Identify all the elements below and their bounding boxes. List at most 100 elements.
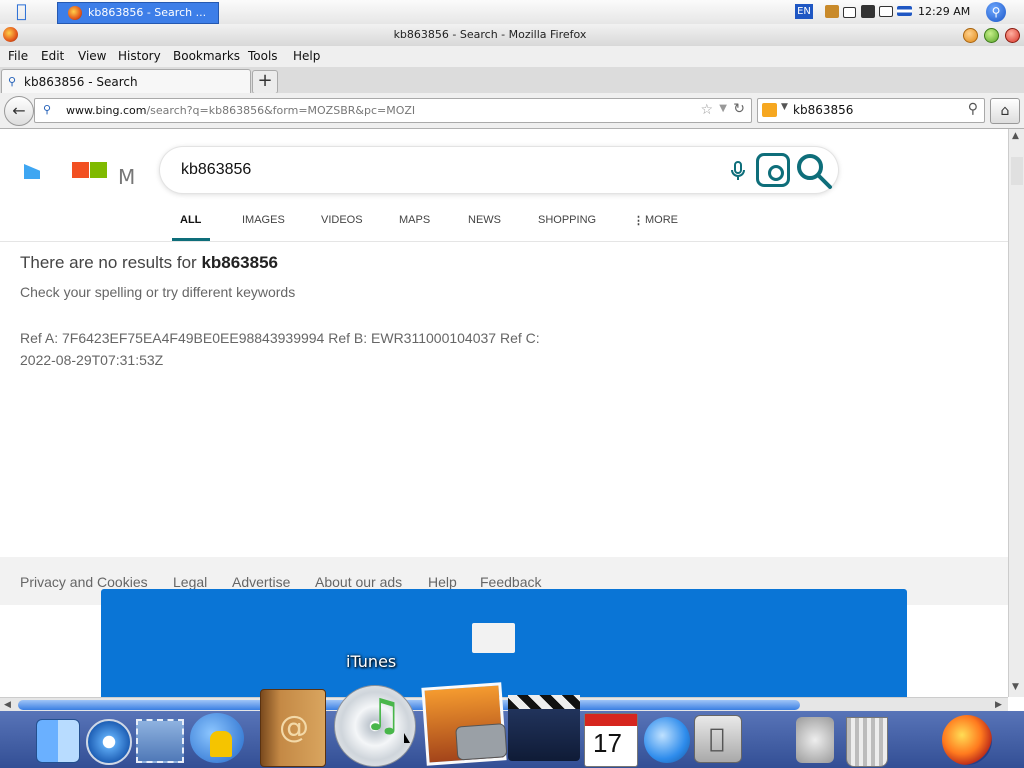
spotlight-search-icon[interactable]: ⚲: [986, 2, 1006, 22]
microphone-icon[interactable]: [730, 161, 746, 181]
tab-news[interactable]: NEWS: [468, 214, 501, 226]
apple-menu-icon[interactable]: : [16, 2, 38, 22]
itunes-icon[interactable]: ♫: [334, 685, 416, 767]
site-identity-icon[interactable]: ⚲: [43, 103, 51, 116]
tab-images[interactable]: IMAGES: [242, 214, 285, 226]
scroll-right-arrow-icon[interactable]: ▶: [995, 698, 1002, 712]
menu-bookmarks[interactable]: Bookmarks: [173, 46, 240, 67]
search-go-icon[interactable]: ⚲: [968, 101, 978, 117]
window-title: kb863856 - Search - Mozilla Firefox: [393, 28, 587, 41]
footer-link-privacy[interactable]: Privacy and Cookies: [20, 574, 148, 590]
no-results-message: There are no results for kb863856: [20, 253, 278, 273]
tab-all[interactable]: ALL: [180, 214, 201, 226]
quicktime-icon[interactable]: [644, 717, 690, 763]
vertical-scroll-thumb[interactable]: [1011, 157, 1023, 185]
horizontal-scrollbar[interactable]: ◀ ▶: [0, 697, 1008, 712]
footer-link-advertise[interactable]: Advertise: [232, 574, 290, 590]
tray-app-icon[interactable]: [825, 5, 839, 18]
bing-search-input[interactable]: kb863856: [181, 147, 251, 193]
minimize-button[interactable]: [963, 28, 978, 43]
imovie-icon[interactable]: [508, 695, 580, 761]
iphoto-icon[interactable]: [421, 682, 508, 766]
ichat-icon[interactable]: [190, 713, 244, 763]
footer-link-legal[interactable]: Legal: [173, 574, 207, 590]
maximize-button[interactable]: [984, 28, 999, 43]
reload-icon[interactable]: ↻: [733, 101, 745, 117]
overlay-panel[interactable]: [101, 589, 907, 697]
reference-line-2: 2022-08-29T07:31:53Z: [20, 352, 164, 368]
apple-logo-icon: : [709, 724, 725, 754]
clock[interactable]: 12:29 AM: [918, 0, 978, 24]
menu-history[interactable]: History: [118, 46, 161, 67]
dock-hover-label: iTunes: [346, 652, 397, 671]
tab-strip: ⚲ kb863856 - Search +: [0, 67, 1024, 94]
visual-search-icon[interactable]: [756, 153, 790, 187]
mail-icon[interactable]: [136, 719, 184, 763]
window-title-bar: kb863856 - Search - Mozilla Firefox: [0, 24, 1024, 47]
no-results-prefix: There are no results for: [20, 253, 197, 272]
url-history-dropdown-icon[interactable]: ▼: [719, 103, 727, 114]
search-icon[interactable]: [794, 151, 834, 191]
new-tab-button[interactable]: +: [252, 70, 278, 94]
microsoft-logo-green-square: [90, 162, 107, 178]
bing-search-box[interactable]: kb863856: [160, 147, 838, 193]
page-content: M kb863856 ALL IMAGES VIDEOS MAPS NEWS S…: [0, 129, 1008, 697]
tab-label: kb863856 - Search: [24, 75, 138, 89]
mail-stamp-icon[interactable]: [796, 717, 834, 763]
search-bar-text: kb863856: [793, 103, 854, 117]
tab-videos[interactable]: VIDEOS: [321, 214, 363, 226]
tab-search[interactable]: ⚲ kb863856 - Search: [1, 69, 251, 94]
scroll-up-arrow-icon[interactable]: ▲: [1012, 131, 1019, 141]
spelling-hint: Check your spelling or try different key…: [20, 284, 296, 300]
menu-help[interactable]: Help: [293, 46, 320, 67]
battery-icon[interactable]: [843, 7, 856, 18]
safari-icon[interactable]: [86, 719, 132, 765]
menu-bar: File Edit View History Bookmarks Tools H…: [0, 46, 1024, 67]
taskbar-firefox-button[interactable]: kb863856 - Search ...: [57, 2, 219, 24]
bookmark-star-icon[interactable]: ☆: [700, 102, 713, 118]
search-bar[interactable]: ▼ kb863856 ⚲: [757, 98, 985, 123]
ical-icon[interactable]: 17: [584, 713, 638, 767]
footer-link-feedback[interactable]: Feedback: [480, 574, 541, 590]
network-icon[interactable]: [861, 5, 875, 18]
back-button[interactable]: ←: [4, 96, 34, 126]
address-bar[interactable]: ⚲ www.bing.com/search?q=kb863856&form=MO…: [34, 98, 752, 123]
no-results-query: kb863856: [201, 253, 279, 272]
system-menu-bar:  kb863856 - Search ... EN 12:29 AM ⚲: [0, 0, 1024, 25]
url-text: www.bing.com/search?q=kb863856&form=MOZS…: [66, 104, 416, 117]
clapper-stripes: [508, 695, 580, 709]
scroll-left-arrow-icon[interactable]: ◀: [4, 698, 11, 712]
footer-link-about-ads[interactable]: About our ads: [315, 574, 402, 590]
search-engine-icon[interactable]: [762, 103, 777, 117]
display-icon[interactable]: [879, 6, 893, 17]
flag-icon[interactable]: [897, 6, 912, 16]
menu-edit[interactable]: Edit: [41, 46, 64, 67]
tab-maps[interactable]: MAPS: [399, 214, 430, 226]
menu-file[interactable]: File: [8, 46, 28, 67]
language-indicator[interactable]: EN: [795, 4, 813, 19]
camera-icon: [455, 723, 508, 761]
at-sign-icon: @: [279, 710, 309, 745]
tab-shopping[interactable]: SHOPPING: [538, 214, 596, 226]
tab-more[interactable]: MORE: [645, 214, 678, 226]
system-preferences-icon[interactable]: : [694, 715, 742, 763]
menu-tools[interactable]: Tools: [248, 46, 278, 67]
scroll-down-arrow-icon[interactable]: ▼: [1012, 682, 1019, 692]
reference-line-1: Ref A: 7F6423EF75EA4F49BE0EE98843939994 …: [20, 330, 540, 346]
bing-logo-fragment[interactable]: [24, 164, 40, 179]
ical-header: [585, 714, 637, 726]
home-button[interactable]: ⌂: [990, 98, 1020, 124]
tabs-divider: [0, 241, 1008, 242]
menu-view[interactable]: View: [78, 46, 106, 67]
firefox-icon[interactable]: [942, 715, 992, 765]
more-dots-icon[interactable]: ⋮: [633, 214, 644, 227]
trash-icon[interactable]: [846, 717, 888, 767]
footer-link-help[interactable]: Help: [428, 574, 457, 590]
engine-dropdown-icon[interactable]: ▼: [781, 102, 788, 112]
firefox-icon: [68, 6, 82, 20]
close-button[interactable]: [1005, 28, 1020, 43]
address-book-icon[interactable]: @: [260, 689, 326, 767]
overlay-panel-button[interactable]: [472, 623, 515, 653]
vertical-scrollbar[interactable]: ▲ ▼: [1008, 129, 1024, 697]
finder-icon[interactable]: [36, 719, 80, 763]
